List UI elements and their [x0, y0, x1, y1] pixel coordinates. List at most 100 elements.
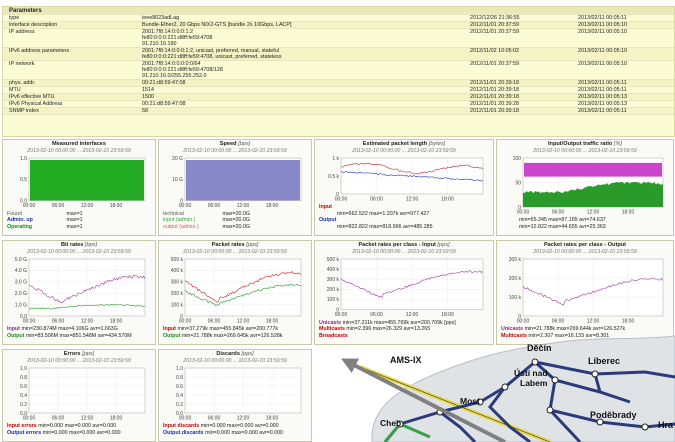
- x-tick-label: 18:00: [110, 319, 123, 325]
- parameters-header: Parameters: [3, 7, 674, 15]
- x-tick-label: 18:00: [622, 210, 635, 216]
- panel-legend: Input discards min=0.000 max=0.000 avr=0…: [163, 423, 309, 436]
- parameter-value: 00:21:d8:59:47:08: [139, 100, 467, 108]
- panel-time-range: 2013-02-10 00:00:00 ... 2013-02-10 23:59…: [533, 148, 637, 154]
- x-tick-label: 00:00: [335, 312, 348, 318]
- y-tick-label: 300 k: [509, 257, 522, 263]
- x-tick-label: 06:00: [52, 416, 65, 422]
- y-tick-label: 1 k: [332, 156, 339, 162]
- panel-time-range: 2013-02-10 00:00:00 ... 2013-02-10 23:59…: [183, 358, 287, 364]
- parameter-value: 1514: [139, 86, 467, 94]
- panel-title-text: Estimated packet length: [362, 141, 428, 147]
- y-tick-label: 3.0 G: [15, 280, 27, 286]
- y-tick-label: 100 k: [509, 295, 522, 301]
- callout-arrow-line: [341, 358, 506, 442]
- legend-label: Input: [319, 204, 332, 210]
- panel-title-text: Discards: [216, 351, 240, 357]
- panel-unit: [bytes]: [428, 141, 446, 147]
- panel-time-range: 2013-02-10 00:00:00 ... 2013-02-10 23:59…: [533, 249, 637, 255]
- parameter-key: IP network: [3, 60, 139, 80]
- y-tick-label: 400 k: [171, 268, 184, 274]
- panel-unit: [pps]: [82, 351, 95, 357]
- legend-stats: min=21.788k max=269.645k avr=126.528k: [181, 332, 283, 339]
- legend-label: Input discards: [163, 423, 200, 429]
- parameter-first-seen: 2012/11/01 20:37:59: [467, 21, 575, 29]
- panel-bit-rates: Bit rates [bps] 2013-02-10 00:00:00 ... 2…: [2, 240, 156, 345]
- parameter-value: 58: [139, 107, 467, 115]
- y-tick-label: 1.0: [20, 156, 27, 162]
- parameter-value: Bundle-Ether2, 20 Gbps NIX2-GTS [bundle …: [139, 21, 467, 29]
- x-tick-label: 12:00: [406, 197, 419, 203]
- y-tick-label: 0.4: [20, 393, 27, 399]
- x-tick-label: 06:00: [52, 203, 65, 209]
- map-label-liberec: Liberec: [588, 356, 620, 366]
- parameter-value: 2001:7f8:14:0:0:0:0:0/64 fe80:0:0:0:221:…: [139, 60, 467, 80]
- panel-title-text: Packet rates per class - Input: [358, 242, 436, 248]
- panel-unit: [bps]: [84, 242, 98, 248]
- series-technical: [186, 160, 300, 201]
- series-input-ratio: [524, 162, 662, 177]
- legend-stats: min=83.506M max=851.548M avr=434.570M: [25, 332, 132, 339]
- legend-row: Output min=83.506M max=851.548M avr=434.…: [7, 333, 153, 340]
- y-tick-label: 200 k: [509, 276, 522, 282]
- panel-chart: 500 k400 k300 k200 k100 k000:00 06:00 12:0…: [327, 257, 484, 318]
- panel-time-range: 2013-02-10 00:00:00 ... 2013-02-10 23:59…: [352, 148, 456, 154]
- parameter-row: IPv6 effective MTU 1500 2012/11/01 20:39:1…: [3, 93, 674, 101]
- x-tick-label: 06:00: [208, 319, 221, 325]
- panel-title: Errors [pps]: [3, 351, 155, 358]
- y-tick-label: 200 k: [327, 287, 340, 293]
- panel-chart: 1 k0.5 k000:00 06:00 12:00 18:00: [328, 156, 484, 203]
- panel-unit: [%]: [613, 141, 622, 147]
- panel-measured-interfaces: Measured interfaces 2013-02-10 00:00:00 …: [2, 139, 156, 236]
- y-tick-label: 50: [515, 180, 521, 186]
- y-tick-label: 0.2: [176, 402, 183, 408]
- parameter-row: IPv6 Physical Address 00:21:d8:59:47:08 20…: [3, 100, 674, 108]
- panel-legend: Input min=37.279k max=455.845k avr=200.7…: [163, 326, 309, 339]
- parameter-first-seen: 2012/11/02 10:05:02: [467, 47, 575, 61]
- legend-stats: max=1: [66, 217, 83, 223]
- panel-title: Measured interfaces: [3, 141, 155, 148]
- x-tick-label: 06:00: [208, 416, 221, 422]
- parameter-last-seen: 2013/02/11 00:05:10: [575, 60, 674, 80]
- parameter-last-seen: 2013/02/11 00:05:10: [575, 47, 674, 61]
- legend-stats: max=20.0G: [222, 210, 251, 217]
- legend-label: output (admin.): [163, 223, 199, 230]
- y-tick-label: 4.0 G: [15, 268, 27, 274]
- legend-row: min=12.822 max=44.655 avr=25.363: [501, 224, 671, 231]
- parameter-key: phys. addr.: [3, 79, 139, 87]
- parameter-last-seen: 2013/02/11 00:05:11: [575, 79, 674, 87]
- x-tick-label: 18:00: [266, 319, 279, 325]
- panel-unit: [pps]: [241, 351, 254, 357]
- y-tick-label: 10 G: [172, 177, 183, 183]
- y-tick-label: 100 k: [327, 297, 340, 303]
- panel-chart: 500 k400 k300 k200 k100 k000:00 06:00 12:0…: [171, 257, 302, 325]
- legend-stats: min=37.279k max=455.845k avr=200.777k: [177, 326, 279, 332]
- panel-time-range: 2013-02-10 00:00:00 ... 2013-02-10 23:59…: [352, 249, 456, 255]
- panel-packet-rates: Packet rates [pps] 2013-02-10 00:00:00 ..…: [158, 240, 312, 345]
- panel-io-ratio: Input/Output traffic ratio [%] 2013-02-10…: [496, 139, 674, 236]
- panel-time-range: 2013-02-10 00:00:00 ... 2013-02-10 23:59…: [183, 249, 287, 255]
- y-tick-label: 0.2: [20, 402, 27, 408]
- panel-legend: technical max=20.0G input (admin.) max=20…: [163, 211, 309, 231]
- y-tick-label: 0.8: [176, 375, 183, 381]
- panel-chart: 20 G10 G000:00 06:00 12:00 18:00: [172, 156, 302, 209]
- legend-row: Output errors min=0.000 max=0.000 avr=0.…: [7, 430, 153, 437]
- parameter-first-seen: 2012/11/01 20:39:18: [467, 107, 575, 115]
- x-tick-label: 18:00: [441, 197, 454, 203]
- legend-label: Input: [7, 326, 20, 332]
- parameters-grid: type ieee8023adLag 2012/12/26 21:36:55 2013…: [3, 15, 674, 115]
- legend-row: Output discards min=0.000 max=0.000 avr=…: [163, 430, 309, 437]
- parameter-value: 1500: [139, 93, 467, 101]
- parameter-first-seen: 2012/11/01 20:37:59: [467, 60, 575, 80]
- panel-time-range: 2013-02-10 00:00:00 ... 2013-02-10 23:59…: [27, 358, 131, 364]
- panel-chart: 10050000:00 06:00 12:00 18:00: [513, 156, 664, 216]
- parameter-first-seen: 2012/11/01 20:39:28: [467, 100, 575, 108]
- x-tick-label: 12:00: [406, 312, 419, 318]
- y-tick-label: 300 k: [171, 280, 184, 286]
- panel-title: Bit rates [bps]: [3, 242, 155, 249]
- parameter-last-seen: 2013/02/11 00:05:13: [575, 93, 674, 101]
- y-tick-label: 1.0: [176, 366, 183, 372]
- panel-title-text: Packet rates: [211, 242, 245, 248]
- y-tick-label: 500 k: [327, 257, 340, 263]
- y-tick-label: 100: [513, 156, 522, 162]
